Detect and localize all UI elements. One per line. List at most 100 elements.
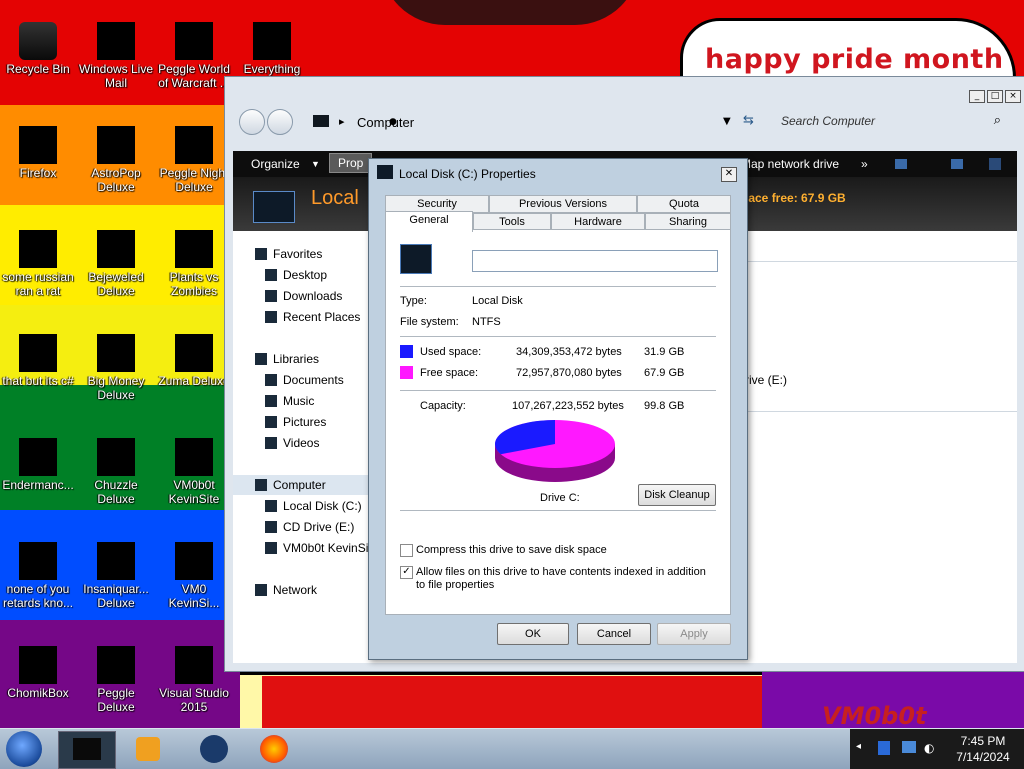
- desktop-icon-item[interactable]: that but its c#: [0, 334, 76, 388]
- desktop-icon-item[interactable]: Windows Live Mail: [78, 22, 154, 90]
- cancel-button[interactable]: Cancel: [577, 623, 651, 645]
- desktop-icon-item[interactable]: Visual Studio 2015: [156, 646, 232, 714]
- properties-button[interactable]: Prop: [329, 153, 373, 173]
- desktop-icon-item[interactable]: Everything: [234, 22, 310, 76]
- desktop-icon-item[interactable]: Peggle Deluxe: [78, 646, 154, 714]
- desktop-icon-item[interactable]: AstroPop Deluxe: [78, 126, 154, 194]
- divider: [747, 261, 1017, 262]
- desktop-icon-item[interactable]: Endermanc...: [0, 438, 76, 492]
- address-bar[interactable]: ▸ Computer ● ▼ ⇆: [313, 113, 763, 133]
- nav-local-disk[interactable]: Local Disk (C:): [265, 499, 362, 513]
- dialog-title: Local Disk (C:) Properties: [399, 167, 536, 181]
- nav-network[interactable]: Network: [255, 583, 317, 597]
- organize-button[interactable]: Organize: [251, 157, 300, 171]
- search-input[interactable]: Search Computer: [781, 114, 875, 128]
- nav-favorites[interactable]: Favorites: [255, 247, 322, 261]
- tab-previous-versions[interactable]: Previous Versions: [489, 195, 637, 213]
- desktop-icon-item[interactable]: Chuzzle Deluxe: [78, 438, 154, 506]
- index-checkbox[interactable]: ✓: [400, 566, 413, 579]
- app-icon: [19, 334, 57, 372]
- clock[interactable]: 7:45 PM 7/14/2024: [942, 729, 1024, 769]
- preview-pane-icon[interactable]: [951, 159, 963, 169]
- chevron-down-icon[interactable]: ▼: [723, 116, 731, 127]
- nav-libraries[interactable]: Libraries: [255, 352, 319, 366]
- desktop-icon-item[interactable]: Peggle Night Deluxe: [156, 126, 232, 194]
- file-system-value: NTFS: [472, 316, 501, 328]
- show-hidden-icons[interactable]: ◂: [856, 741, 861, 752]
- music-icon: [265, 395, 277, 407]
- volume-icon[interactable]: ◐: [924, 741, 934, 755]
- desktop-icon-item[interactable]: Bejeweled Deluxe: [78, 230, 154, 298]
- search-icon[interactable]: ⌕: [994, 113, 1001, 128]
- desktop-icon-item[interactable]: Plants vs Zombies: [156, 230, 232, 298]
- properties-dialog: Local Disk (C:) Properties ✕ Security Pr…: [368, 158, 748, 660]
- desktop-icon-item[interactable]: none of you retards kno...: [0, 542, 76, 610]
- network-icon[interactable]: [902, 741, 916, 753]
- app-icon: [19, 126, 57, 164]
- desktop-icon-item[interactable]: some russian ran a rat: [0, 230, 76, 298]
- app-icon: [19, 542, 57, 580]
- chevron-right-icon: ▸: [339, 115, 345, 128]
- help-icon[interactable]: [989, 158, 1001, 170]
- view-icon[interactable]: [895, 159, 907, 169]
- nav-music[interactable]: Music: [265, 394, 314, 408]
- libraries-icon: [255, 353, 267, 365]
- nav-cd-drive[interactable]: CD Drive (E:): [265, 520, 354, 534]
- compress-label[interactable]: Compress this drive to save disk space: [416, 544, 607, 556]
- more-commands-button[interactable]: »: [861, 157, 868, 171]
- desktop-icon-item[interactable]: Firefox: [0, 126, 76, 180]
- nav-computer[interactable]: Computer: [233, 475, 373, 495]
- documents-icon: [265, 374, 277, 386]
- forward-button[interactable]: [267, 109, 293, 135]
- desktop-icon-label: Firefox: [19, 166, 57, 180]
- drive-icon: [400, 244, 432, 274]
- used-space-bytes: 34,309,353,472 bytes: [516, 346, 622, 358]
- taskbar-firefox[interactable]: [246, 731, 302, 767]
- desktop-icon-item[interactable]: VM0 KevinSi...: [156, 542, 232, 610]
- taskbar-browser[interactable]: [186, 731, 242, 767]
- close-button[interactable]: ✕: [721, 167, 737, 182]
- drive-name-input[interactable]: [472, 250, 718, 272]
- desktop-icon-item[interactable]: Insaniquar... Deluxe: [78, 542, 154, 610]
- notification-icon[interactable]: [878, 741, 890, 755]
- desktop-icon-item[interactable]: ChomikBox: [0, 646, 76, 700]
- nav-downloads[interactable]: Downloads: [265, 289, 342, 303]
- minimize-button[interactable]: _: [969, 90, 985, 103]
- nav-desktop[interactable]: Desktop: [265, 268, 327, 282]
- search-box[interactable]: Search Computer ⌕: [775, 111, 1015, 133]
- taskbar-media-player[interactable]: [120, 731, 176, 767]
- close-button[interactable]: ×: [1005, 90, 1021, 103]
- maximize-button[interactable]: □: [987, 90, 1003, 103]
- index-label[interactable]: Allow files on this drive to have conten…: [416, 566, 716, 592]
- ok-button[interactable]: OK: [497, 623, 569, 645]
- nav-documents[interactable]: Documents: [265, 373, 344, 387]
- clock-time: 7:45 PM: [960, 734, 1006, 748]
- capacity-gb: 99.8 GB: [644, 400, 685, 412]
- nav-vm0b0t[interactable]: VM0b0t KevinSit: [265, 541, 372, 555]
- downloads-icon: [265, 290, 277, 302]
- nav-videos[interactable]: Videos: [265, 436, 319, 450]
- desktop-icon-label: Big Money Deluxe: [87, 374, 145, 402]
- desktop-icon-item[interactable]: Zuma Deluxe: [156, 334, 232, 388]
- desktop-icon-label: Visual Studio 2015: [159, 686, 229, 714]
- back-button[interactable]: [239, 109, 265, 135]
- tab-general[interactable]: General: [385, 211, 473, 232]
- nav-pictures[interactable]: Pictures: [265, 415, 326, 429]
- nav-recent-places[interactable]: Recent Places: [265, 310, 360, 324]
- apply-button[interactable]: Apply: [657, 623, 731, 645]
- desktop-icon-item[interactable]: Recycle Bin: [0, 22, 76, 76]
- desktop-icon-item[interactable]: Peggle World of Warcraft ...: [156, 22, 232, 90]
- refresh-icon[interactable]: ⇆: [743, 113, 754, 128]
- start-button[interactable]: [6, 731, 42, 767]
- desktop-icon-label: Bejeweled Deluxe: [88, 270, 144, 298]
- app-icon: [19, 22, 57, 60]
- map-network-drive-button[interactable]: Map network drive: [741, 157, 839, 171]
- tab-quota[interactable]: Quota: [637, 195, 731, 213]
- compress-checkbox[interactable]: [400, 544, 413, 557]
- divider: [400, 390, 716, 391]
- desktop-icon-item[interactable]: Big Money Deluxe: [78, 334, 154, 402]
- desktop-icon-item[interactable]: VM0b0t KevinSite: [156, 438, 232, 506]
- taskbar-explorer[interactable]: [58, 731, 116, 769]
- disk-cleanup-button[interactable]: Disk Cleanup: [638, 484, 716, 506]
- content-item-cd-drive[interactable]: rive (E:): [745, 373, 787, 387]
